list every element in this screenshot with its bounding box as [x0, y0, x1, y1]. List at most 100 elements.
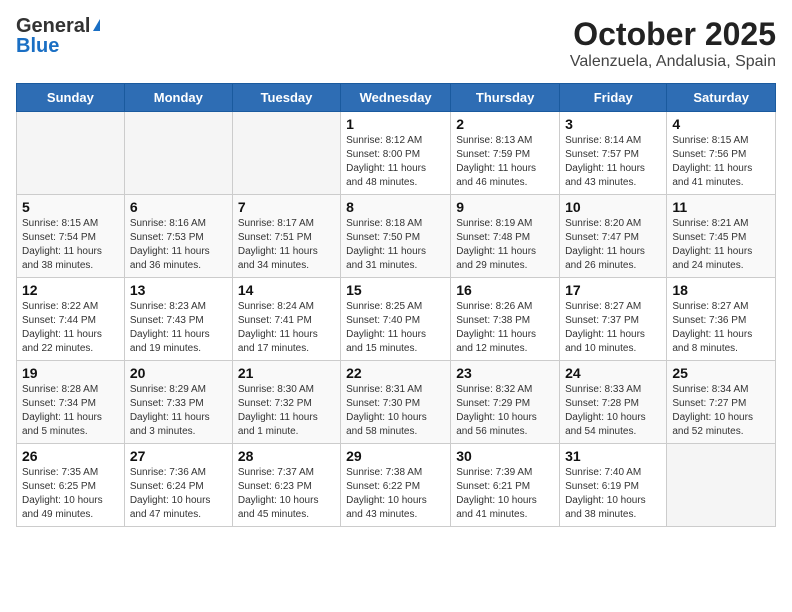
day-number: 31	[565, 448, 661, 464]
day-info: Sunrise: 8:29 AMSunset: 7:33 PMDaylight:…	[130, 383, 227, 439]
day-number: 19	[22, 365, 119, 381]
calendar-cell: 10 Sunrise: 8:20 AMSunset: 7:47 PMDayligh…	[560, 195, 667, 278]
day-number: 30	[456, 448, 554, 464]
day-info: Sunrise: 8:15 AMSunset: 7:56 PMDaylight:…	[672, 134, 770, 190]
calendar-cell: 29 Sunrise: 7:38 AMSunset: 6:22 PMDayligh…	[341, 444, 451, 527]
day-number: 8	[346, 199, 445, 215]
calendar-cell: 31 Sunrise: 7:40 AMSunset: 6:19 PMDayligh…	[560, 444, 667, 527]
day-info: Sunrise: 8:16 AMSunset: 7:53 PMDaylight:…	[130, 217, 227, 273]
day-number: 6	[130, 199, 227, 215]
calendar-title: October 2025	[570, 16, 776, 53]
day-number: 22	[346, 365, 445, 381]
day-info: Sunrise: 7:40 AMSunset: 6:19 PMDaylight:…	[565, 466, 661, 522]
calendar-cell: 17Sunrise: 8:27 AMSunset: 7:37 PMDayligh…	[560, 278, 667, 361]
day-number: 15	[346, 282, 445, 298]
calendar-cell: 15Sunrise: 8:25 AMSunset: 7:40 PMDayligh…	[341, 278, 451, 361]
calendar-cell: 9 Sunrise: 8:19 AMSunset: 7:48 PMDaylight…	[451, 195, 560, 278]
calendar-cell: 18 Sunrise: 8:27 AMSunset: 7:36 PMDayligh…	[667, 278, 776, 361]
weekday-header-wednesday: Wednesday	[341, 84, 451, 112]
calendar-cell: 28 Sunrise: 7:37 AMSunset: 6:23 PMDayligh…	[232, 444, 340, 527]
day-info: Sunrise: 8:30 AMSunset: 7:32 PMDaylight:…	[238, 383, 335, 439]
day-info: Sunrise: 8:32 AMSunset: 7:29 PMDaylight:…	[456, 383, 554, 439]
calendar-cell: 4 Sunrise: 8:15 AMSunset: 7:56 PMDaylight…	[667, 112, 776, 195]
calendar-cell: 23 Sunrise: 8:32 AMSunset: 7:29 PMDayligh…	[451, 361, 560, 444]
day-info: Sunrise: 8:22 AMSunset: 7:44 PMDaylight:…	[22, 300, 119, 356]
weekday-header-sunday: Sunday	[17, 84, 125, 112]
calendar-subtitle: Valenzuela, Andalusia, Spain	[570, 53, 776, 71]
day-info: Sunrise: 8:21 AMSunset: 7:45 PMDaylight:…	[672, 217, 770, 273]
day-number: 20	[130, 365, 227, 381]
day-info: Sunrise: 7:37 AMSunset: 6:23 PMDaylight:…	[238, 466, 335, 522]
day-number: 9	[456, 199, 554, 215]
calendar-table: SundayMondayTuesdayWednesdayThursdayFrid…	[16, 83, 776, 527]
calendar-cell	[17, 112, 125, 195]
calendar-cell: 25Sunrise: 8:34 AMSunset: 7:27 PMDayligh…	[667, 361, 776, 444]
day-number: 11	[672, 199, 770, 215]
logo: General Blue	[16, 16, 100, 56]
calendar-cell: 3Sunrise: 8:14 AMSunset: 7:57 PMDaylight…	[560, 112, 667, 195]
calendar-cell: 27 Sunrise: 7:36 AMSunset: 6:24 PMDayligh…	[124, 444, 232, 527]
day-number: 18	[672, 282, 770, 298]
calendar-cell: 26Sunrise: 7:35 AMSunset: 6:25 PMDayligh…	[17, 444, 125, 527]
calendar-cell: 16 Sunrise: 8:26 AMSunset: 7:38 PMDayligh…	[451, 278, 560, 361]
day-number: 21	[238, 365, 335, 381]
calendar-cell: 11 Sunrise: 8:21 AMSunset: 7:45 PMDayligh…	[667, 195, 776, 278]
calendar-cell	[232, 112, 340, 195]
weekday-header-thursday: Thursday	[451, 84, 560, 112]
day-number: 7	[238, 199, 335, 215]
day-number: 4	[672, 116, 770, 132]
day-info: Sunrise: 7:38 AMSunset: 6:22 PMDaylight:…	[346, 466, 445, 522]
weekday-header-tuesday: Tuesday	[232, 84, 340, 112]
day-info: Sunrise: 8:15 AMSunset: 7:54 PMDaylight:…	[22, 217, 119, 273]
day-info: Sunrise: 8:18 AMSunset: 7:50 PMDaylight:…	[346, 217, 445, 273]
calendar-week-row: 5 Sunrise: 8:15 AMSunset: 7:54 PMDaylight…	[17, 195, 776, 278]
day-number: 2	[456, 116, 554, 132]
day-info: Sunrise: 8:26 AMSunset: 7:38 PMDaylight:…	[456, 300, 554, 356]
day-info: Sunrise: 7:39 AMSunset: 6:21 PMDaylight:…	[456, 466, 554, 522]
day-info: Sunrise: 8:13 AMSunset: 7:59 PMDaylight:…	[456, 134, 554, 190]
day-info: Sunrise: 8:27 AMSunset: 7:36 PMDaylight:…	[672, 300, 770, 356]
calendar-cell: 24 Sunrise: 8:33 AMSunset: 7:28 PMDayligh…	[560, 361, 667, 444]
day-number: 28	[238, 448, 335, 464]
day-number: 5	[22, 199, 119, 215]
day-number: 17	[565, 282, 661, 298]
day-info: Sunrise: 8:33 AMSunset: 7:28 PMDaylight:…	[565, 383, 661, 439]
day-info: Sunrise: 8:19 AMSunset: 7:48 PMDaylight:…	[456, 217, 554, 273]
calendar-week-row: 1Sunrise: 8:12 AMSunset: 8:00 PMDaylight…	[17, 112, 776, 195]
day-number: 13	[130, 282, 227, 298]
day-number: 29	[346, 448, 445, 464]
logo-general-text: General	[16, 16, 90, 36]
day-number: 23	[456, 365, 554, 381]
day-number: 3	[565, 116, 661, 132]
calendar-cell: 21 Sunrise: 8:30 AMSunset: 7:32 PMDayligh…	[232, 361, 340, 444]
day-info: Sunrise: 8:24 AMSunset: 7:41 PMDaylight:…	[238, 300, 335, 356]
day-number: 24	[565, 365, 661, 381]
logo-blue-text: Blue	[16, 36, 100, 56]
day-info: Sunrise: 7:36 AMSunset: 6:24 PMDaylight:…	[130, 466, 227, 522]
calendar-cell: 12Sunrise: 8:22 AMSunset: 7:44 PMDayligh…	[17, 278, 125, 361]
calendar-cell: 1Sunrise: 8:12 AMSunset: 8:00 PMDaylight…	[341, 112, 451, 195]
day-number: 10	[565, 199, 661, 215]
calendar-cell	[124, 112, 232, 195]
day-info: Sunrise: 8:23 AMSunset: 7:43 PMDaylight:…	[130, 300, 227, 356]
calendar-cell: 14Sunrise: 8:24 AMSunset: 7:41 PMDayligh…	[232, 278, 340, 361]
day-number: 27	[130, 448, 227, 464]
calendar-cell: 2 Sunrise: 8:13 AMSunset: 7:59 PMDaylight…	[451, 112, 560, 195]
calendar-cell: 5 Sunrise: 8:15 AMSunset: 7:54 PMDaylight…	[17, 195, 125, 278]
day-info: Sunrise: 8:12 AMSunset: 8:00 PMDaylight:…	[346, 134, 445, 190]
day-number: 26	[22, 448, 119, 464]
day-info: Sunrise: 8:31 AMSunset: 7:30 PMDaylight:…	[346, 383, 445, 439]
calendar-cell	[667, 444, 776, 527]
page-header: General Blue October 2025 Valenzuela, An…	[16, 16, 776, 71]
day-info: Sunrise: 8:17 AMSunset: 7:51 PMDaylight:…	[238, 217, 335, 273]
day-number: 25	[672, 365, 770, 381]
calendar-cell: 6 Sunrise: 8:16 AMSunset: 7:53 PMDaylight…	[124, 195, 232, 278]
weekday-header-saturday: Saturday	[667, 84, 776, 112]
calendar-week-row: 19Sunrise: 8:28 AMSunset: 7:34 PMDayligh…	[17, 361, 776, 444]
calendar-week-row: 26Sunrise: 7:35 AMSunset: 6:25 PMDayligh…	[17, 444, 776, 527]
calendar-week-row: 12Sunrise: 8:22 AMSunset: 7:44 PMDayligh…	[17, 278, 776, 361]
calendar-cell: 7 Sunrise: 8:17 AMSunset: 7:51 PMDaylight…	[232, 195, 340, 278]
calendar-cell: 20 Sunrise: 8:29 AMSunset: 7:33 PMDayligh…	[124, 361, 232, 444]
day-info: Sunrise: 8:20 AMSunset: 7:47 PMDaylight:…	[565, 217, 661, 273]
day-number: 16	[456, 282, 554, 298]
